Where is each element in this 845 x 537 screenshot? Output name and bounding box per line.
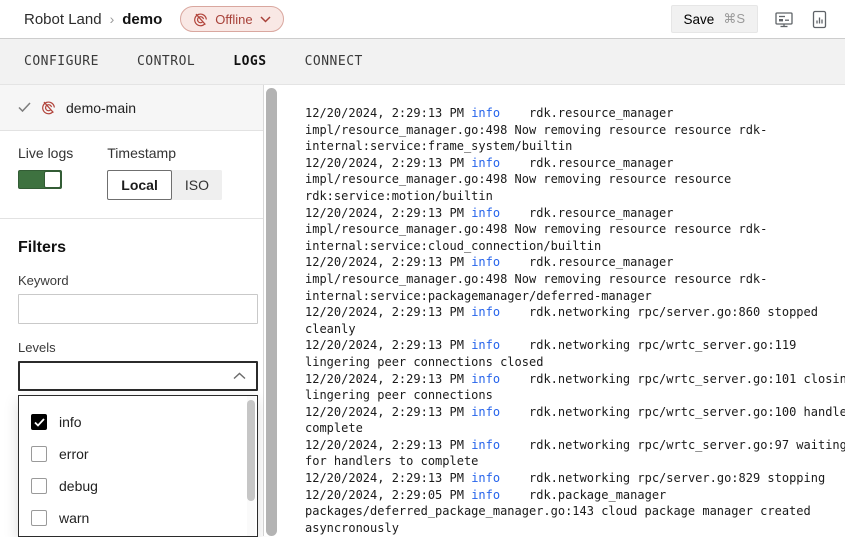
timestamp-control: Timestamp Local ISO xyxy=(107,145,222,200)
chevron-down-icon xyxy=(260,16,271,23)
level-option[interactable]: error xyxy=(31,438,257,470)
machine-part-row[interactable]: demo-main xyxy=(0,85,263,131)
levels-scrollbar-thumb[interactable] xyxy=(247,400,255,501)
log-entry: 12/20/2024, 2:29:13 PMinfordk.networking… xyxy=(305,337,845,370)
checkbox[interactable] xyxy=(31,414,47,430)
timestamp-local-button[interactable]: Local xyxy=(107,170,172,200)
wifi-off-icon xyxy=(41,100,56,115)
log-entry: 12/20/2024, 2:29:13 PMinfordk.networking… xyxy=(305,371,845,404)
log-entry: 12/20/2024, 2:29:13 PMinfordk.resource_m… xyxy=(305,105,845,155)
log-timestamp: 12/20/2024, 2:29:13 PM xyxy=(305,405,471,419)
log-timestamp: 12/20/2024, 2:29:13 PM xyxy=(305,106,471,120)
live-logs-label: Live logs xyxy=(18,145,73,161)
log-entry: 12/20/2024, 2:29:05 PMinfordk.package_ma… xyxy=(305,487,845,536)
timestamp-label: Timestamp xyxy=(107,145,222,161)
log-timestamp: 12/20/2024, 2:29:13 PM xyxy=(305,471,471,485)
log-level: info xyxy=(471,488,500,502)
log-pane: 12/20/2024, 2:29:13 PMinfordk.resource_m… xyxy=(282,85,845,536)
log-entry: 12/20/2024, 2:29:13 PMinfordk.resource_m… xyxy=(305,254,845,304)
breadcrumb-machine: demo xyxy=(122,11,162,28)
log-level: info xyxy=(471,106,500,120)
file-chart-icon[interactable] xyxy=(810,8,829,31)
checkbox[interactable] xyxy=(31,446,47,462)
levels-dropdown-panel: info error debug warn xyxy=(18,395,258,537)
filters-section: Filters Keyword Levels info xyxy=(0,219,263,537)
log-level: info xyxy=(471,372,500,386)
log-timestamp: 12/20/2024, 2:29:13 PM xyxy=(305,255,471,269)
log-entry: 12/20/2024, 2:29:13 PMinfordk.networking… xyxy=(305,304,845,337)
main-area: demo-main Live logs Timestamp Local ISO … xyxy=(0,85,845,536)
header-actions: Save ⌘S xyxy=(671,5,829,33)
tab-configure[interactable]: CONFIGURE xyxy=(24,50,99,73)
log-level: info xyxy=(471,156,500,170)
level-label: warn xyxy=(59,510,89,526)
level-option[interactable]: info xyxy=(31,406,257,438)
log-entry: 12/20/2024, 2:29:13 PMinfordk.networking… xyxy=(305,470,845,487)
tab-logs[interactable]: LOGS xyxy=(233,50,266,73)
log-level: info xyxy=(471,471,500,485)
check-icon xyxy=(18,102,31,113)
log-level: info xyxy=(471,438,500,452)
breadcrumb-org[interactable]: Robot Land xyxy=(24,11,102,28)
monitor-icon[interactable] xyxy=(772,8,796,31)
wifi-off-icon xyxy=(193,12,208,27)
log-entry: 12/20/2024, 2:29:13 PMinfordk.networking… xyxy=(305,437,845,470)
log-lines: 12/20/2024, 2:29:13 PMinfordk.resource_m… xyxy=(305,105,845,536)
keyword-input[interactable] xyxy=(18,294,258,324)
log-timestamp: 12/20/2024, 2:29:13 PM xyxy=(305,438,471,452)
content-scrollbar[interactable] xyxy=(264,85,282,536)
log-controls: Live logs Timestamp Local ISO xyxy=(0,131,263,219)
log-timestamp: 12/20/2024, 2:29:13 PM xyxy=(305,206,471,220)
log-entry: 12/20/2024, 2:29:13 PMinfordk.resource_m… xyxy=(305,205,845,255)
content-scrollbar-thumb[interactable] xyxy=(266,88,277,536)
breadcrumb-separator: › xyxy=(110,11,115,27)
log-entry: 12/20/2024, 2:29:13 PMinfordk.resource_m… xyxy=(305,155,845,205)
machine-status-badge[interactable]: Offline xyxy=(180,6,283,32)
level-label: error xyxy=(59,446,89,462)
level-option[interactable]: debug xyxy=(31,470,257,502)
timestamp-segmented: Local ISO xyxy=(107,170,222,200)
breadcrumb: Robot Land › demo xyxy=(24,11,162,28)
filters-title: Filters xyxy=(18,239,245,257)
log-level: info xyxy=(471,255,500,269)
chevron-up-icon xyxy=(233,372,246,380)
save-label: Save xyxy=(684,12,715,27)
tab-bar: CONFIGURE CONTROL LOGS CONNECT xyxy=(0,38,845,85)
checkbox[interactable] xyxy=(31,510,47,526)
levels-scrollbar[interactable] xyxy=(247,396,255,536)
log-timestamp: 12/20/2024, 2:29:13 PM xyxy=(305,305,471,319)
log-timestamp: 12/20/2024, 2:29:05 PM xyxy=(305,488,471,502)
log-level: info xyxy=(471,305,500,319)
keyword-label: Keyword xyxy=(18,273,245,288)
levels-select[interactable] xyxy=(18,361,258,391)
log-entry: 12/20/2024, 2:29:13 PMinfordk.networking… xyxy=(305,404,845,437)
save-button[interactable]: Save ⌘S xyxy=(671,5,758,33)
log-level: info xyxy=(471,405,500,419)
tab-connect[interactable]: CONNECT xyxy=(305,50,363,73)
log-timestamp: 12/20/2024, 2:29:13 PM xyxy=(305,338,471,352)
live-logs-toggle[interactable] xyxy=(18,170,62,189)
levels-list: info error debug warn xyxy=(19,396,257,534)
toggle-knob xyxy=(44,171,61,188)
log-level: info xyxy=(471,338,500,352)
tab-control[interactable]: CONTROL xyxy=(137,50,195,73)
log-timestamp: 12/20/2024, 2:29:13 PM xyxy=(305,156,471,170)
level-option[interactable]: warn xyxy=(31,502,257,534)
log-timestamp: 12/20/2024, 2:29:13 PM xyxy=(305,372,471,386)
level-label: info xyxy=(59,414,82,430)
save-shortcut: ⌘S xyxy=(723,11,745,27)
levels-label: Levels xyxy=(18,340,245,355)
timestamp-iso-button[interactable]: ISO xyxy=(172,170,222,200)
part-name: demo-main xyxy=(66,100,136,116)
app-header: Robot Land › demo Offline Save ⌘S xyxy=(0,0,845,38)
checkbox[interactable] xyxy=(31,478,47,494)
status-label: Offline xyxy=(215,12,252,27)
log-level: info xyxy=(471,206,500,220)
level-label: debug xyxy=(59,478,98,494)
log-message: rdk.networking rpc/server.go:829 stoppin… xyxy=(500,471,825,485)
logs-sidebar: demo-main Live logs Timestamp Local ISO … xyxy=(0,85,264,536)
live-logs-control: Live logs xyxy=(18,145,73,200)
